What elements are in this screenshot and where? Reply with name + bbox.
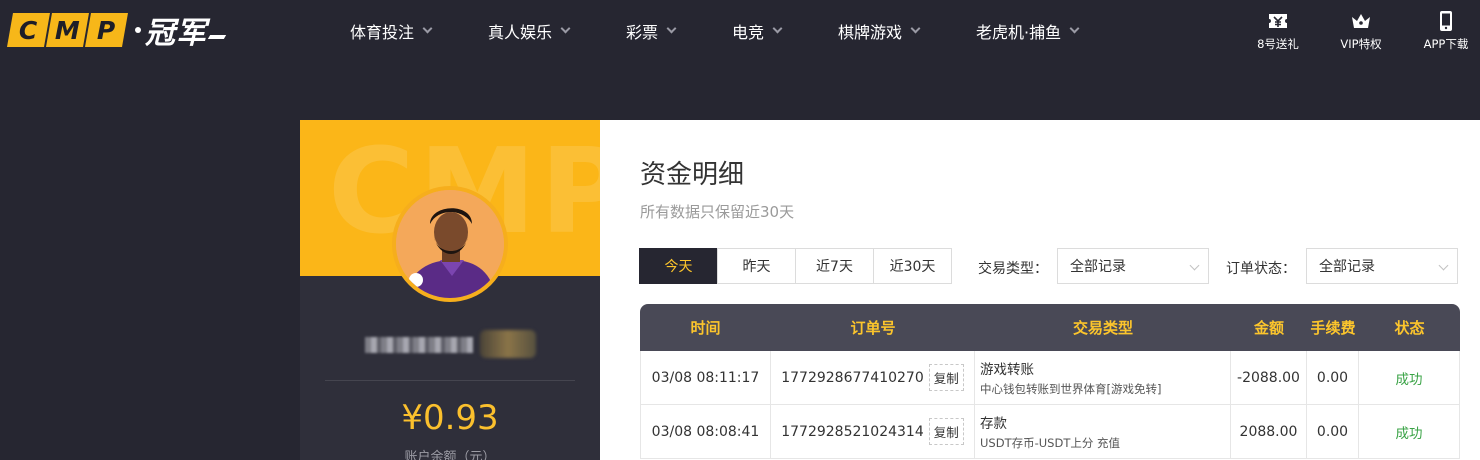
- logo-dot: [135, 27, 141, 33]
- table-header: 时间 订单号 交易类型 金额 手续费 状态: [640, 304, 1460, 351]
- logo-brand-name: 冠军: [145, 16, 207, 51]
- column-header-status: 状态: [1394, 319, 1425, 337]
- account-balance: ¥0.93: [401, 398, 499, 438]
- nav-item-label: 真人娱乐: [488, 23, 553, 42]
- order-number: 1772928521024314: [781, 423, 924, 440]
- divider: [325, 380, 575, 381]
- brand-logo[interactable]: C M P 冠军: [7, 12, 227, 51]
- order-status-select[interactable]: 全部记录: [1306, 248, 1458, 284]
- avatar-image: [396, 190, 504, 298]
- nav-item-label: 体育投注: [350, 23, 415, 42]
- copy-button[interactable]: 复制: [928, 418, 964, 445]
- gift-ticket-icon: [1269, 14, 1287, 28]
- tab-last-7-days[interactable]: 近7天: [795, 248, 874, 284]
- vip-level-badge-blurred: [480, 330, 536, 358]
- chevron-down-icon: [910, 23, 921, 34]
- account-balance-label: 账户余额（元）: [404, 450, 496, 460]
- cell-time: 03/08 08:11:17: [640, 351, 771, 404]
- logo-letter: C: [19, 15, 38, 45]
- cell-status: 成功: [1359, 351, 1460, 404]
- cell-order: 1772928521024314 复制: [771, 405, 975, 458]
- transaction-type: 游戏转账: [980, 362, 1034, 378]
- cell-type: 游戏转账 中心钱包转账到世界体育[游戏免转]: [975, 351, 1231, 404]
- tab-today[interactable]: 今天: [639, 248, 718, 284]
- fund-details-panel: 资金明细 所有数据只保留近30天 今天 昨天 近7天 近30天 交易类型： 全部…: [600, 120, 1480, 460]
- chevron-down-icon: [772, 23, 783, 34]
- username-blurred: [365, 337, 473, 353]
- transaction-type-select[interactable]: 全部记录: [1057, 248, 1209, 284]
- chevron-down-icon: [422, 23, 433, 34]
- vip-privilege-button[interactable]: VIP特权: [1321, 10, 1401, 52]
- cell-fee: 0.00: [1307, 405, 1359, 458]
- transactions-table: 时间 订单号 交易类型 金额 手续费 状态 03/08 08:11:17 177…: [640, 304, 1460, 459]
- copy-button[interactable]: 复制: [928, 364, 964, 391]
- app-download-button[interactable]: APP下载: [1406, 10, 1480, 52]
- transaction-type: 存款: [980, 416, 1007, 432]
- logo-dash: [207, 35, 227, 39]
- chevron-down-icon: [1069, 23, 1080, 34]
- tool-label: VIP特权: [1340, 37, 1382, 51]
- page-subtitle: 所有数据只保留近30天: [640, 203, 795, 221]
- cell-amount: 2088.00: [1231, 405, 1307, 458]
- logo-letter-box: C: [7, 13, 50, 47]
- order-wrapper: 1772928677410270 复制: [781, 364, 964, 391]
- cell-status: 成功: [1359, 405, 1460, 458]
- logo-letter-box: P: [85, 13, 128, 47]
- order-status-label: 订单状态：: [1226, 261, 1296, 277]
- phone-icon: [1440, 11, 1452, 31]
- nav-item-slots-fishing[interactable]: 老虎机·捕鱼: [976, 0, 1080, 62]
- profile-card: CMP ¥0.93 账户余额（元）: [300, 120, 600, 460]
- tool-label: 8号送礼: [1257, 37, 1299, 51]
- chevron-down-icon: [560, 23, 571, 34]
- transaction-type-label: 交易类型：: [978, 261, 1048, 277]
- top-navigation-bar: C M P 冠军 体育投注 真人娱乐 彩票 电竞 棋牌游戏 老虎机·捕鱼 8号送…: [0, 0, 1480, 62]
- nav-item-sports[interactable]: 体育投注: [350, 0, 433, 62]
- nav-item-card-games[interactable]: 棋牌游戏: [838, 0, 921, 62]
- tool-label: APP下载: [1423, 37, 1469, 51]
- gift-button[interactable]: 8号送礼: [1238, 10, 1318, 52]
- column-header-time: 时间: [690, 319, 721, 337]
- column-header-amount: 金额: [1253, 319, 1284, 337]
- nav-item-lottery[interactable]: 彩票: [626, 0, 677, 62]
- order-status-value: 全部记录: [1319, 259, 1375, 275]
- logo-letter: M: [55, 15, 80, 45]
- cell-fee: 0.00: [1307, 351, 1359, 404]
- tab-yesterday[interactable]: 昨天: [717, 248, 796, 284]
- cell-order: 1772928677410270 复制: [771, 351, 975, 404]
- cell-type: 存款 USDT存币-USDT上分 充值: [975, 405, 1231, 458]
- nav-item-label: 老虎机·捕鱼: [976, 23, 1062, 42]
- chevron-down-icon: [666, 23, 677, 34]
- cell-time: 03/08 08:08:41: [640, 405, 771, 458]
- order-number: 1772928677410270: [781, 369, 924, 386]
- chevron-down-icon: [1189, 260, 1200, 271]
- cell-amount: -2088.00: [1231, 351, 1307, 404]
- column-header-type: 交易类型: [1072, 319, 1133, 337]
- avatar[interactable]: [392, 186, 508, 302]
- nav-item-esports[interactable]: 电竞: [732, 0, 783, 62]
- nav-item-live-casino[interactable]: 真人娱乐: [488, 0, 571, 62]
- crown-icon: [1352, 14, 1370, 28]
- column-header-order: 订单号: [850, 319, 896, 337]
- tab-last-30-days[interactable]: 近30天: [873, 248, 952, 284]
- table-row: 03/08 08:11:17 1772928677410270 复制 游戏转账 …: [640, 351, 1460, 405]
- table-row: 03/08 08:08:41 1772928521024314 复制 存款 US…: [640, 405, 1460, 459]
- status-badge: 成功: [1395, 425, 1423, 442]
- logo-letter-box: M: [46, 13, 89, 47]
- transaction-detail: USDT存币-USDT上分 充值: [980, 436, 1120, 450]
- page-title: 资金明细: [640, 160, 745, 190]
- column-header-fee: 手续费: [1310, 319, 1356, 337]
- logo-letter: P: [97, 15, 116, 45]
- nav-item-label: 电竞: [732, 23, 765, 42]
- transaction-type-value: 全部记录: [1070, 259, 1126, 275]
- date-range-tabs: 今天 昨天 近7天 近30天: [639, 248, 952, 284]
- nav-item-label: 彩票: [626, 23, 659, 42]
- transaction-detail: 中心钱包转账到世界体育[游戏免转]: [980, 382, 1162, 396]
- nav-item-label: 棋牌游戏: [838, 23, 903, 42]
- chevron-down-icon: [1438, 260, 1449, 271]
- order-wrapper: 1772928521024314 复制: [781, 418, 964, 445]
- status-badge: 成功: [1395, 371, 1423, 388]
